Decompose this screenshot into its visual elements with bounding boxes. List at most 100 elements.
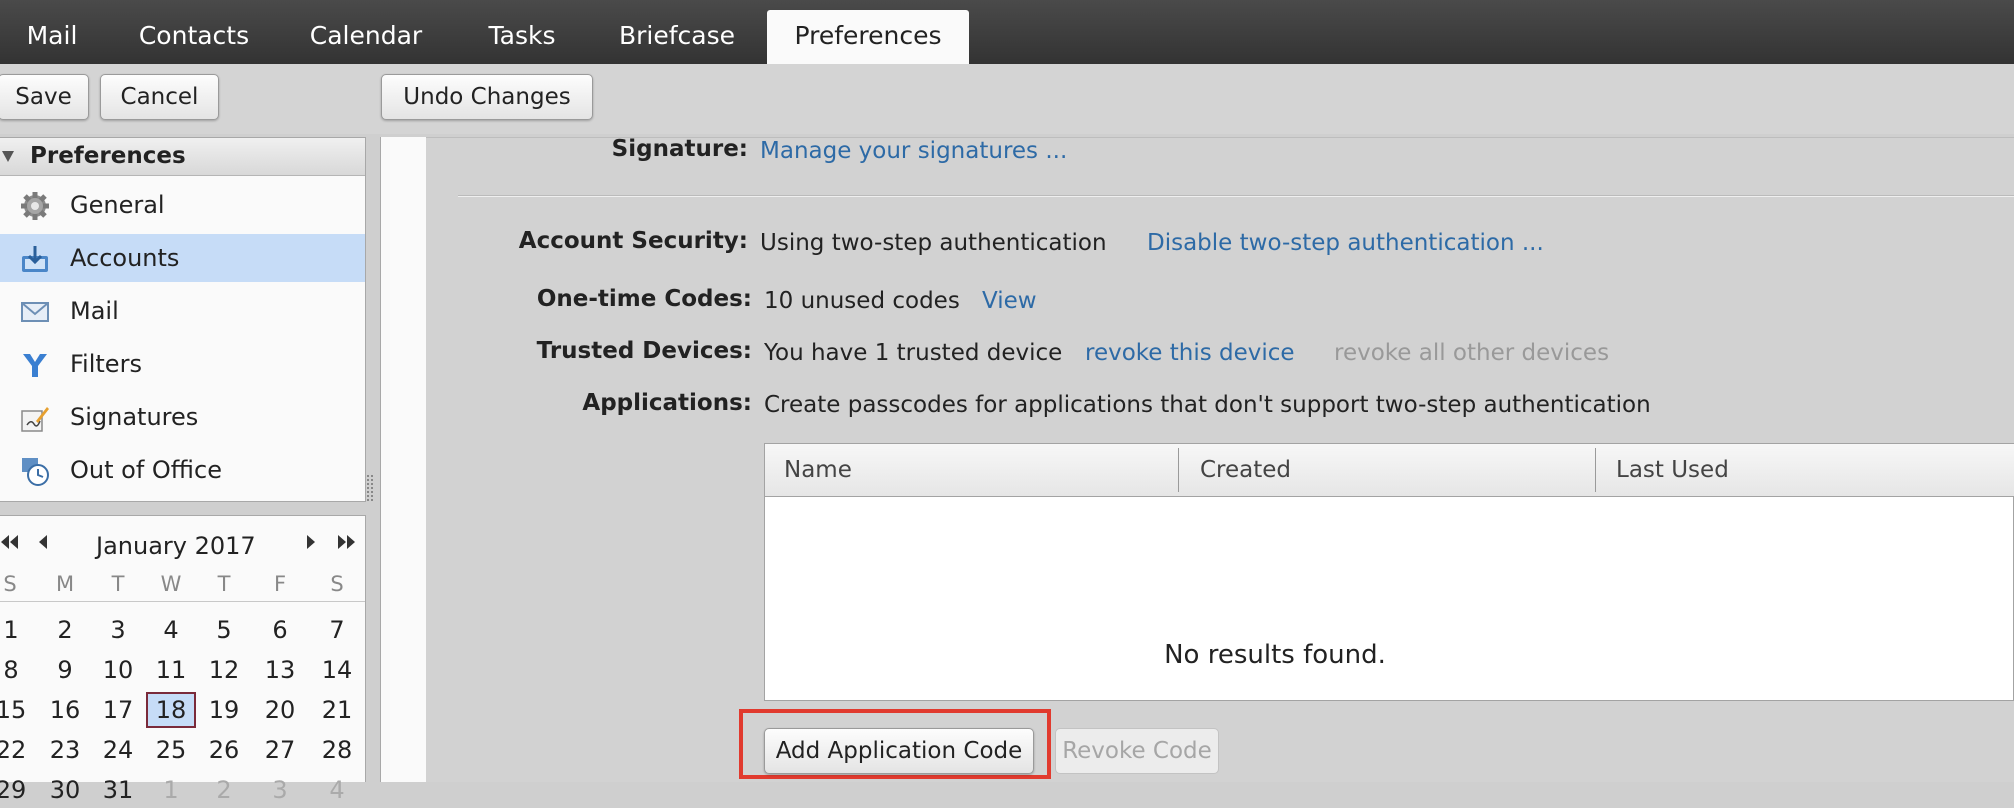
next-month-icon[interactable] — [298, 530, 322, 554]
column-divider[interactable] — [1178, 448, 1179, 492]
calendar-day[interactable]: 8 — [0, 652, 36, 688]
calendar-day[interactable]: 21 — [312, 692, 362, 728]
calendar-day[interactable]: 5 — [199, 612, 249, 648]
calendar-day[interactable]: 4 — [312, 772, 362, 808]
applications-description: Create passcodes for applications that d… — [764, 392, 1651, 418]
nav-item-general[interactable]: General — [0, 181, 365, 229]
calendar-month-title[interactable]: January 2017 — [96, 532, 256, 560]
column-header-name[interactable]: Name — [784, 444, 852, 496]
calendar-day[interactable]: 25 — [146, 732, 196, 768]
calendar-day[interactable]: 11 — [146, 652, 196, 688]
cancel-button[interactable]: Cancel — [100, 74, 219, 120]
weekday-header: W — [160, 572, 182, 596]
calendar-day[interactable]: 29 — [0, 772, 36, 808]
calendar-day[interactable]: 1 — [0, 612, 36, 648]
panel-resize-handle[interactable] — [367, 475, 373, 501]
revoke-code-button: Revoke Code — [1055, 728, 1219, 774]
calendar-day[interactable]: 14 — [312, 652, 362, 688]
calendar-day[interactable]: 30 — [40, 772, 90, 808]
collapse-triangle-icon[interactable] — [2, 151, 14, 162]
nav-item-label: Filters — [70, 350, 142, 378]
view-codes-link[interactable]: View — [982, 288, 1037, 314]
section-divider — [458, 195, 2014, 197]
calendar-day[interactable]: 3 — [255, 772, 305, 808]
calendar-day[interactable]: 26 — [199, 732, 249, 768]
one-time-codes-label: One-time Codes: — [536, 286, 752, 312]
calendar-divider — [0, 601, 365, 602]
save-button[interactable]: Save — [0, 74, 89, 120]
calendar-day[interactable]: 23 — [40, 732, 90, 768]
calendar-day[interactable]: 28 — [312, 732, 362, 768]
table-header: Name Created Last Used — [765, 444, 2014, 497]
nav-item-signatures[interactable]: Signatures — [0, 393, 365, 441]
calendar-day[interactable]: 27 — [255, 732, 305, 768]
previous-year-icon[interactable] — [0, 530, 22, 554]
undo-changes-button[interactable]: Undo Changes — [381, 74, 593, 120]
calendar-day[interactable]: 10 — [93, 652, 143, 688]
calendar-day[interactable]: 2 — [40, 612, 90, 648]
toolbar: Save Cancel Undo Changes — [0, 64, 2014, 134]
envelope-icon — [20, 297, 50, 327]
disable-two-step-link[interactable]: Disable two-step authentication ... — [1147, 230, 1544, 256]
calendar-day[interactable]: 12 — [199, 652, 249, 688]
preferences-nav-panel: Preferences General Accounts Mail Filter… — [0, 137, 366, 502]
nav-item-mail[interactable]: Mail — [0, 287, 365, 335]
calendar-day-today[interactable]: 18 — [146, 692, 196, 728]
tab-briefcase[interactable]: Briefcase — [606, 10, 748, 64]
filter-icon — [20, 350, 50, 380]
calendar-day[interactable]: 19 — [199, 692, 249, 728]
column-header-created[interactable]: Created — [1200, 444, 1291, 496]
nav-header-label: Preferences — [30, 143, 186, 169]
calendar-day[interactable]: 1 — [146, 772, 196, 808]
calendar-day[interactable]: 9 — [40, 652, 90, 688]
calendar-day[interactable]: 22 — [0, 732, 36, 768]
nav-item-filters[interactable]: Filters — [0, 340, 365, 388]
calendar-day[interactable]: 6 — [255, 612, 305, 648]
nav-item-out-of-office[interactable]: Out of Office — [0, 446, 365, 494]
nav-item-label: Signatures — [70, 403, 199, 431]
nav-item-accounts[interactable]: Accounts — [0, 234, 365, 282]
weekday-header: T — [217, 572, 231, 596]
calendar-day[interactable]: 31 — [93, 772, 143, 808]
nav-item-label: General — [70, 191, 165, 219]
add-application-code-button[interactable]: Add Application Code — [764, 728, 1034, 774]
calendar-day[interactable]: 17 — [93, 692, 143, 728]
tab-mail[interactable]: Mail — [8, 10, 96, 64]
accounts-icon — [20, 244, 50, 274]
nav-item-label: Out of Office — [70, 456, 222, 484]
calendar-day[interactable]: 16 — [40, 692, 90, 728]
revoke-this-device-link[interactable]: revoke this device — [1085, 340, 1295, 366]
calendar-day[interactable]: 24 — [93, 732, 143, 768]
manage-signatures-link[interactable]: Manage your signatures ... — [760, 138, 1067, 164]
trusted-devices-value: You have 1 trusted device — [764, 340, 1063, 366]
next-year-icon[interactable] — [334, 530, 358, 554]
revoke-all-other-devices-link: revoke all other devices — [1334, 340, 1610, 366]
calendar-day[interactable]: 3 — [93, 612, 143, 648]
tab-calendar[interactable]: Calendar — [296, 10, 436, 64]
mini-calendar: January 2017 S M T W T F S 1 2 3 4 5 6 7 8 9 10 11… — [0, 515, 366, 804]
calendar-day[interactable]: 7 — [312, 612, 362, 648]
application-codes-table: Name Created Last Used No results found. — [764, 443, 2014, 701]
column-divider[interactable] — [1595, 448, 1596, 492]
empty-table-message: No results found. — [1164, 640, 1386, 670]
applications-label: Applications: — [582, 390, 752, 416]
calendar-day[interactable]: 15 — [0, 692, 36, 728]
app-tab-bar: Mail Contacts Calendar Tasks Briefcase P… — [0, 0, 2014, 64]
weekday-header: F — [273, 572, 287, 596]
account-security-value: Using two-step authentication — [760, 230, 1107, 256]
calendar-day[interactable]: 13 — [255, 652, 305, 688]
trusted-devices-label: Trusted Devices: — [536, 338, 752, 364]
calendar-day[interactable]: 2 — [199, 772, 249, 808]
tab-preferences[interactable]: Preferences — [767, 10, 969, 64]
column-header-last-used[interactable]: Last Used — [1616, 444, 1729, 496]
signature-icon — [20, 403, 50, 433]
calendar-day[interactable]: 20 — [255, 692, 305, 728]
account-security-label: Account Security: — [518, 228, 748, 254]
tab-contacts[interactable]: Contacts — [120, 10, 268, 64]
nav-header[interactable]: Preferences — [0, 138, 365, 176]
previous-month-icon[interactable] — [32, 530, 56, 554]
tab-tasks[interactable]: Tasks — [470, 10, 574, 64]
signature-label: Signature: — [611, 136, 748, 162]
calendar-day[interactable]: 4 — [146, 612, 196, 648]
gear-icon — [20, 191, 50, 221]
